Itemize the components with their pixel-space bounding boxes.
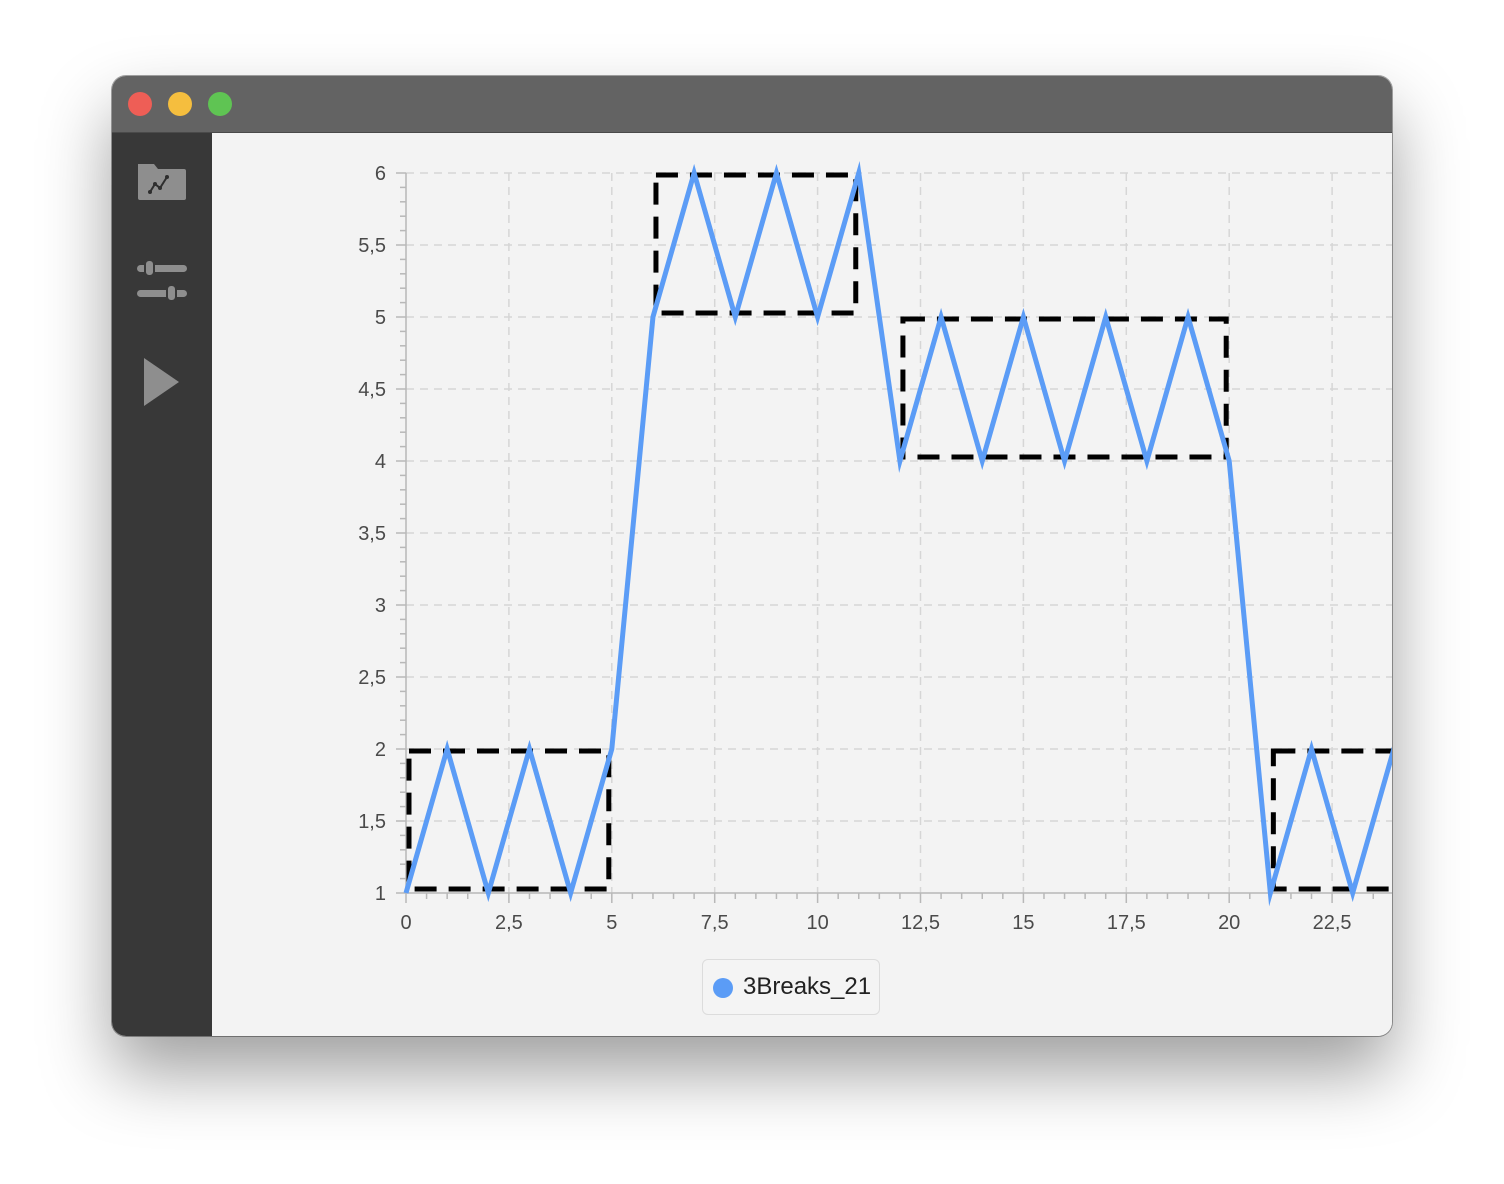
line-chart: 02,557,51012,51517,52022,52511,522,533,5… [358, 161, 1392, 934]
sidebar [112, 133, 212, 1036]
y-tick-label: 3,5 [358, 523, 386, 545]
title-bar[interactable] [112, 76, 1392, 133]
y-tick-label: 3 [375, 595, 386, 617]
chart-folder-icon[interactable] [136, 158, 188, 210]
legend-label: 3Breaks_21 [743, 973, 872, 1000]
y-tick-label: 6 [375, 163, 386, 185]
x-tick-label: 15 [1012, 912, 1034, 934]
y-tick-label: 4,5 [358, 379, 386, 401]
x-tick-label: 12,5 [901, 912, 940, 934]
y-tick-label: 4 [375, 451, 386, 473]
chart-axes [396, 172, 1392, 903]
legend-swatch [713, 978, 733, 998]
minimize-button[interactable] [168, 92, 192, 116]
y-tick-label: 2 [375, 739, 386, 761]
chart-panel: 02,557,51012,51517,52022,52511,522,533,5… [212, 133, 1392, 1036]
y-tick-label: 5,5 [358, 235, 386, 257]
x-tick-label: 0 [400, 912, 411, 934]
y-tick-label: 5 [375, 307, 386, 329]
chart-grid [406, 172, 1392, 893]
zoom-button[interactable] [208, 92, 232, 116]
dashed-box-annotation [900, 316, 1229, 460]
x-tick-label: 10 [806, 912, 828, 934]
play-icon[interactable] [136, 356, 188, 408]
chart-legend: 3Breaks_21 [702, 959, 880, 1015]
x-tick-label: 5 [606, 912, 617, 934]
close-button[interactable] [128, 92, 152, 116]
x-tick-label: 17,5 [1107, 912, 1146, 934]
x-tick-label: 2,5 [495, 912, 523, 934]
x-tick-label: 20 [1218, 912, 1240, 934]
sliders-icon[interactable] [136, 256, 188, 308]
y-tick-label: 2,5 [358, 667, 386, 689]
y-tick-label: 1,5 [358, 811, 386, 833]
chart-annotations [406, 172, 1392, 892]
x-tick-label: 22,5 [1313, 912, 1352, 934]
y-tick-label: 1 [375, 883, 386, 905]
app-window: 02,557,51012,51517,52022,52511,522,533,5… [112, 76, 1392, 1036]
x-tick-label: 7,5 [701, 912, 729, 934]
